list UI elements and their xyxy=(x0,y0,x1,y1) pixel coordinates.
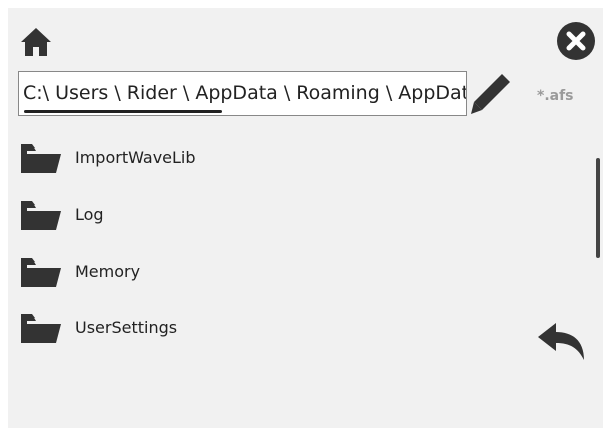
pencil-icon xyxy=(471,74,510,114)
folder-label: Log xyxy=(75,205,104,224)
edit-path-button[interactable] xyxy=(466,68,516,120)
folder-icon xyxy=(21,314,61,343)
list-item[interactable]: UserSettings xyxy=(20,308,420,348)
path-field[interactable]: C:\ Users \ Rider \ AppData \ Roaming \ … xyxy=(18,71,467,116)
path-text: C:\ Users \ Rider \ AppData \ Roaming \ … xyxy=(23,82,467,104)
file-browser-panel: C:\ Users \ Rider \ AppData \ Roaming \ … xyxy=(8,8,603,428)
close-button[interactable] xyxy=(557,22,595,60)
list-item[interactable]: Memory xyxy=(20,252,420,292)
home-button[interactable] xyxy=(20,27,52,57)
close-icon xyxy=(566,31,586,51)
back-button[interactable] xyxy=(536,320,588,364)
path-segment-highlight xyxy=(24,110,222,113)
back-arrow-icon xyxy=(538,323,584,360)
file-filter-label: *.afs xyxy=(537,88,574,104)
scrollbar[interactable] xyxy=(596,158,600,258)
folder-label: UserSettings xyxy=(75,318,178,337)
folder-label: ImportWaveLib xyxy=(75,148,196,167)
folder-icon xyxy=(21,201,61,230)
list-item[interactable]: ImportWaveLib xyxy=(20,138,420,178)
home-icon xyxy=(21,28,51,56)
list-item[interactable]: Log xyxy=(20,195,420,235)
folder-label: Memory xyxy=(75,262,141,281)
folder-icon xyxy=(21,258,61,287)
folder-icon xyxy=(21,144,61,173)
